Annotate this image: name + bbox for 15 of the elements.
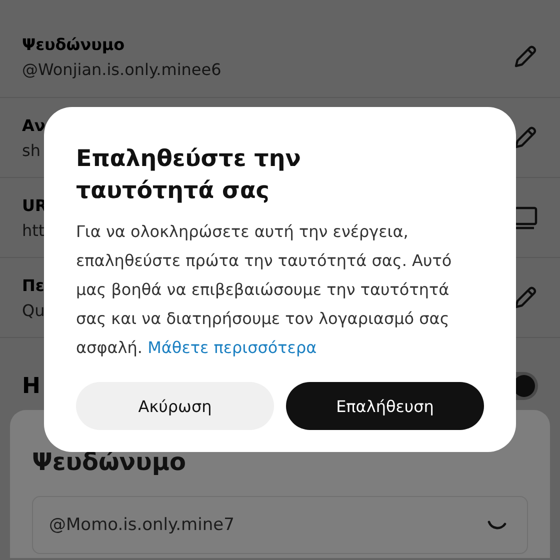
field-label: Ψευδώνυμο xyxy=(22,34,126,54)
nickname-field[interactable]: @Momo.is.only.mine7 xyxy=(32,496,528,554)
field-value: Qu xyxy=(22,300,45,320)
field-value: @Wonjian.is.only.minee6 xyxy=(22,60,222,78)
dialog-message: Για να ολοκληρώσετε αυτή την ενέργεια, επαληθεύστε πρώτα την ταυτότητά σας. Αυτό μας βοηθά να επιβεβαιώσουμε την ταυτότητά σας και να διατηρήσουμε τον λογαριασμό σας ασφαλή. Μάθετε περισσότερα xyxy=(76,221,453,359)
dialog-title: Επαληθεύστε την ταυτότητά σας xyxy=(76,145,302,206)
field-label: Πε xyxy=(22,276,45,294)
setting-label: Η xyxy=(22,374,40,398)
field-label: Αν xyxy=(22,116,46,134)
field-value: htt xyxy=(22,220,46,240)
verify-button[interactable]: Επαλήθευση xyxy=(286,382,484,430)
cancel-button[interactable]: Ακύρωση xyxy=(76,382,274,430)
learn-more-link[interactable]: Μάθετε περισσότερα xyxy=(148,338,317,357)
sheet-title: Ψευδώνυμο xyxy=(32,448,188,476)
field-value: sh xyxy=(22,140,42,160)
